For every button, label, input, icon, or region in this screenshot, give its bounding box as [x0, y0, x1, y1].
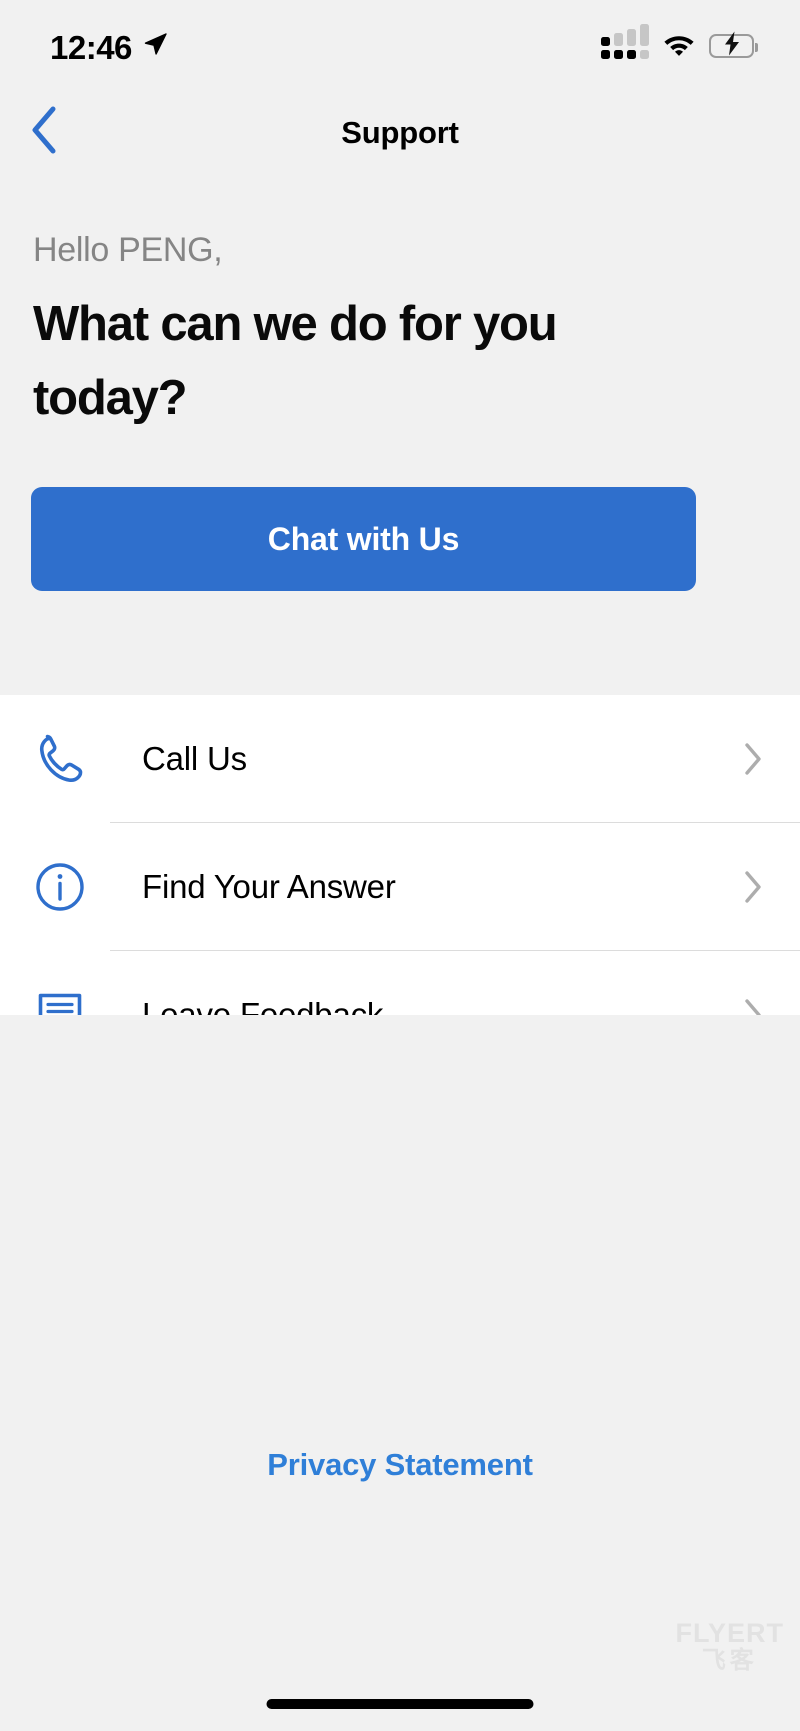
navigation-bar: Support: [0, 92, 800, 174]
wifi-icon: [662, 31, 696, 61]
list-item-label: Call Us: [142, 740, 247, 777]
support-options-list: Call Us Find Your Answer: [0, 695, 800, 1079]
privacy-statement-link[interactable]: Privacy Statement: [0, 1447, 800, 1483]
home-indicator[interactable]: [266, 1699, 534, 1709]
greeting-text: Hello PENG,: [33, 231, 223, 269]
charging-bolt-icon: [723, 31, 741, 61]
chat-with-us-button[interactable]: Chat with Us: [31, 487, 696, 591]
location-arrow-icon: [142, 31, 168, 62]
chevron-left-icon: [29, 106, 59, 159]
status-bar: 12:46: [0, 0, 800, 92]
status-bar-right: [601, 24, 758, 61]
list-item-call-us[interactable]: Call Us: [0, 695, 800, 823]
cellular-signal-icon: [601, 24, 649, 59]
list-item-find-your-answer[interactable]: Find Your Answer: [0, 823, 800, 951]
chevron-right-icon: [740, 870, 766, 904]
battery-charging-icon: [709, 31, 758, 61]
page-title: Support: [341, 115, 459, 150]
content-spacer: [0, 1015, 800, 1731]
status-time: 12:46: [50, 28, 132, 66]
app-screen: 12:46 Support Hello PENG, What can we do…: [0, 0, 800, 1731]
phone-icon: [31, 730, 89, 788]
chevron-right-icon: [740, 742, 766, 776]
hero-headline: What can we do for you today?: [33, 297, 558, 426]
back-button[interactable]: [12, 100, 76, 164]
hero-section: Hello PENG, What can we do for you today…: [0, 174, 800, 695]
status-bar-left: 12:46: [50, 29, 168, 64]
list-item-label: Find Your Answer: [142, 868, 396, 905]
info-circle-icon: [31, 858, 89, 916]
